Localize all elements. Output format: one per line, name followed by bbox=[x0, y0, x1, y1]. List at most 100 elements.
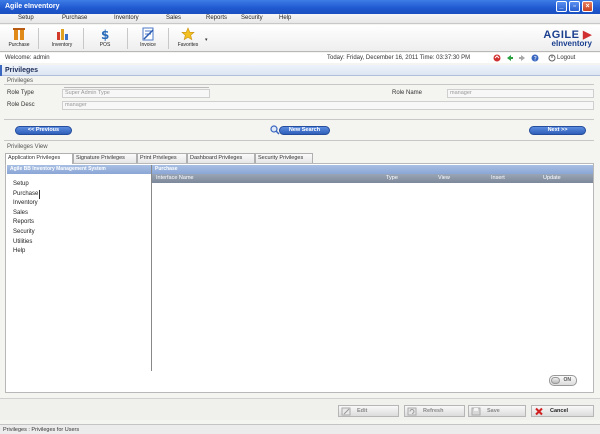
module-tree-pane: Agile BB Inventory Management System Set… bbox=[7, 165, 152, 371]
on-off-toggle[interactable]: ON bbox=[549, 375, 577, 386]
role-desc-field[interactable]: manager bbox=[62, 101, 594, 110]
role-desc-label: Role Desc bbox=[7, 102, 35, 108]
status-bar-text: Privileges : Privileges for Users bbox=[3, 427, 80, 433]
menu-setup[interactable]: Setup bbox=[18, 15, 34, 21]
section-divider bbox=[4, 119, 594, 120]
forward-arrow-icon[interactable] bbox=[518, 54, 526, 62]
toggle-knob bbox=[551, 377, 560, 384]
role-name-label: Role Name bbox=[392, 90, 423, 96]
role-type-underline bbox=[64, 80, 209, 88]
refresh-label: Refresh bbox=[423, 408, 444, 414]
toolbar-invoice-label: Invoice bbox=[140, 42, 156, 48]
toolbar-purchase-button[interactable]: Purchase bbox=[2, 27, 36, 51]
toolbar-invoice-button[interactable]: Invoice bbox=[131, 27, 165, 51]
tree-item-setup[interactable]: Setup bbox=[13, 180, 151, 190]
menu-sales[interactable]: Sales bbox=[166, 15, 181, 21]
previous-button[interactable]: << Previous bbox=[15, 126, 72, 135]
inventory-icon bbox=[57, 29, 68, 40]
privilege-grid-header: Interface Name Type View Insert Update bbox=[152, 174, 593, 183]
menu-inventory[interactable]: Inventory bbox=[114, 15, 139, 21]
column-interface-name[interactable]: Interface Name bbox=[156, 174, 194, 183]
page-header-accent bbox=[0, 65, 2, 76]
favorites-dropdown-icon[interactable]: ▾ bbox=[205, 37, 208, 43]
save-button[interactable]: Save bbox=[468, 405, 526, 417]
cancel-button[interactable]: Cancel bbox=[531, 405, 594, 417]
page-header: Privileges bbox=[0, 65, 600, 76]
menu-purchase[interactable]: Purchase bbox=[62, 15, 87, 21]
cancel-x-icon bbox=[535, 407, 543, 416]
logout-link[interactable]: Logout bbox=[557, 55, 575, 61]
datetime-text: Today: Friday, December 16, 2011 Time: 0… bbox=[327, 55, 471, 61]
welcome-text: Welcome: admin bbox=[5, 55, 50, 61]
toolbar: Purchase Inventory $ POS Invoice Favorit… bbox=[0, 25, 600, 52]
section-divider bbox=[4, 140, 594, 141]
tree-item-purchase[interactable]: Purchase bbox=[13, 189, 41, 200]
svg-text:$: $ bbox=[101, 28, 109, 41]
back-arrow-icon[interactable] bbox=[506, 54, 514, 62]
tree-item-sales[interactable]: Sales bbox=[13, 209, 151, 219]
role-name-field[interactable]: manager bbox=[447, 89, 594, 98]
menu-help[interactable]: Help bbox=[279, 15, 291, 21]
role-type-label: Role Type bbox=[7, 90, 34, 96]
action-bar: Edit Refresh Save Cancel bbox=[0, 398, 600, 420]
toggle-label: ON bbox=[563, 377, 572, 383]
menu-security[interactable]: Security bbox=[241, 15, 263, 21]
tree-item-security[interactable]: Security bbox=[13, 228, 151, 238]
toolbar-pos-button[interactable]: $ POS bbox=[88, 27, 122, 51]
menu-bar: Setup Purchase Inventory Sales Reports S… bbox=[0, 14, 600, 24]
privilege-grid-pane: Purchase Interface Name Type View Insert… bbox=[152, 165, 593, 371]
toolbar-pos-label: POS bbox=[99, 42, 111, 48]
favorites-star-icon bbox=[181, 27, 195, 41]
toolbar-favorites-button[interactable]: Favorites bbox=[171, 27, 205, 51]
save-disk-icon bbox=[471, 407, 481, 416]
refresh-icon bbox=[407, 407, 417, 416]
minimize-button[interactable]: _ bbox=[556, 1, 567, 12]
toolbar-separator bbox=[127, 28, 128, 49]
column-update[interactable]: Update bbox=[543, 174, 561, 183]
module-tree: Setup Purchase Inventory Sales Reports S… bbox=[7, 174, 151, 257]
menu-reports[interactable]: Reports bbox=[206, 15, 227, 21]
pos-icon: $ bbox=[101, 28, 109, 41]
new-search-button[interactable]: New Search bbox=[279, 126, 330, 135]
column-type[interactable]: Type bbox=[386, 174, 398, 183]
module-tree-header: Agile BB Inventory Management System bbox=[7, 165, 151, 174]
home-icon[interactable] bbox=[493, 54, 501, 62]
column-view[interactable]: View bbox=[438, 174, 450, 183]
toolbar-separator bbox=[168, 28, 169, 49]
cancel-label: Cancel bbox=[550, 408, 569, 414]
restore-button[interactable]: ▫ bbox=[569, 1, 580, 12]
edit-icon bbox=[341, 407, 351, 416]
tree-item-help[interactable]: Help bbox=[13, 247, 151, 257]
privileges-view-label: Privileges View bbox=[7, 144, 48, 150]
tab-signature-privileges[interactable]: Signature Privileges bbox=[73, 153, 137, 163]
tree-item-inventory[interactable]: Inventory bbox=[13, 199, 151, 209]
toolbar-separator bbox=[38, 28, 39, 49]
toolbar-inventory-button[interactable]: Inventory bbox=[45, 27, 79, 51]
privileges-panel: Agile BB Inventory Management System Set… bbox=[5, 163, 594, 393]
refresh-button[interactable]: Refresh bbox=[404, 405, 465, 417]
info-row: Welcome: admin Today: Friday, December 1… bbox=[0, 53, 600, 63]
toolbar-inventory-label: Inventory bbox=[51, 42, 73, 48]
toolbar-separator bbox=[83, 28, 84, 49]
tab-dashboard-privileges[interactable]: Dashboard Privileges bbox=[187, 153, 255, 163]
role-type-field[interactable]: Super Admin Type bbox=[62, 89, 210, 98]
edit-button[interactable]: Edit bbox=[338, 405, 399, 417]
tree-item-reports[interactable]: Reports bbox=[13, 218, 151, 228]
svg-text:?: ? bbox=[534, 55, 537, 62]
window-title: Agile eInventory bbox=[5, 3, 60, 10]
toolbar-favorites-label: Favorites bbox=[177, 42, 199, 48]
status-bar: Privileges : Privileges for Users bbox=[0, 424, 600, 434]
logout-icon[interactable] bbox=[548, 54, 556, 62]
tab-security-privileges[interactable]: Security Privileges bbox=[255, 153, 313, 163]
save-label: Save bbox=[487, 408, 500, 414]
app-logo: AGILE ▶ eInventory bbox=[543, 28, 592, 48]
tab-print-privileges[interactable]: Print Privileges bbox=[137, 153, 187, 163]
column-insert[interactable]: Insert bbox=[491, 174, 505, 183]
help-icon[interactable]: ? bbox=[531, 54, 539, 62]
invoice-icon bbox=[142, 27, 154, 41]
tree-item-utilities[interactable]: Utilities bbox=[13, 238, 151, 248]
next-button[interactable]: Next >> bbox=[529, 126, 586, 135]
close-button[interactable]: × bbox=[582, 1, 593, 12]
tab-application-privileges[interactable]: Application Privileges bbox=[5, 153, 73, 164]
edit-label: Edit bbox=[357, 408, 368, 414]
